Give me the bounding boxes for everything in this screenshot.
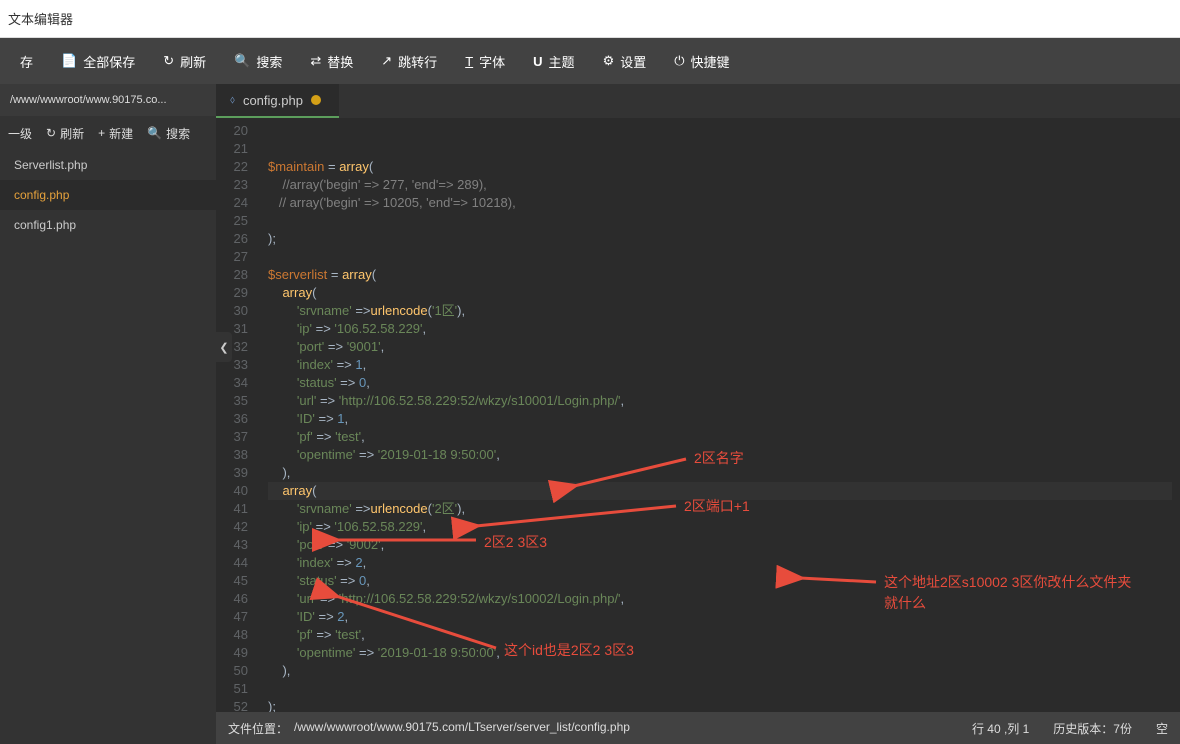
replace-button[interactable]: ⇄替换 [298, 38, 365, 84]
replace-icon: ⇄ [310, 53, 321, 69]
gear-icon: ⚙ [603, 53, 615, 69]
sidebar-new-button[interactable]: +新建 [98, 125, 133, 142]
theme-icon: U [533, 54, 542, 69]
status-encoding: 空 [1156, 720, 1168, 737]
status-bar: 文件位置： /www/wwwroot/www.90175.com/LTserve… [216, 712, 1180, 744]
editor-tab[interactable]: ⬨ config.php [216, 84, 339, 118]
goto-button[interactable]: ↗跳转行 [369, 38, 449, 84]
sidebar: /www/wwwroot/www.90175.co... 一级 ↻刷新 +新建 … [0, 84, 216, 744]
plus-icon: + [98, 126, 105, 140]
copy-icon: 📄 [61, 53, 77, 69]
refresh-icon: ↻ [163, 53, 174, 69]
code-scroll[interactable]: 2021222324252627282930313233343536373839… [216, 118, 1180, 712]
dirty-icon [311, 95, 321, 105]
status-cursor: 行 40 ,列 1 [972, 720, 1029, 737]
window-header: 文本编辑器 [0, 0, 1180, 38]
sidebar-up-button[interactable]: 一级 [8, 125, 32, 142]
php-icon: ⬨ [230, 94, 235, 107]
file-item[interactable]: Serverlist.php [0, 150, 216, 180]
editor-area: ❮ ⬨ config.php 2021222324252627282930313… [216, 84, 1180, 744]
shortcuts-button[interactable]: ⏻快捷键 [662, 38, 741, 84]
goto-icon: ↗ [381, 53, 392, 69]
settings-button[interactable]: ⚙设置 [591, 38, 659, 84]
theme-button[interactable]: U主题 [521, 38, 586, 84]
sidebar-refresh-button[interactable]: ↻刷新 [46, 125, 84, 142]
toolbar: 存 📄全部保存 ↻刷新 🔍搜索 ⇄替换 ↗跳转行 T字体 U主题 ⚙设置 ⏻快捷… [0, 38, 1180, 84]
file-item[interactable]: config1.php [0, 210, 216, 240]
sidebar-path[interactable]: /www/wwwroot/www.90175.co... [0, 84, 216, 116]
status-history[interactable]: 历史版本：7份 [1053, 720, 1132, 737]
status-path-label: 文件位置： [228, 720, 288, 737]
search-icon: 🔍 [234, 53, 250, 69]
sidebar-collapse-handle[interactable]: ❮ [216, 332, 232, 362]
font-button[interactable]: T字体 [453, 38, 517, 84]
editor-tabs: ⬨ config.php [216, 84, 1180, 118]
save-button[interactable]: 存 [8, 38, 45, 84]
file-list: Serverlist.php config.php config1.php [0, 150, 216, 744]
search-button[interactable]: 🔍搜索 [222, 38, 294, 84]
power-icon: ⏻ [674, 53, 684, 69]
main-area: /www/wwwroot/www.90175.co... 一级 ↻刷新 +新建 … [0, 84, 1180, 744]
font-icon: T [465, 54, 473, 69]
file-item[interactable]: config.php [0, 180, 216, 210]
sidebar-tools: 一级 ↻刷新 +新建 🔍搜索 [0, 116, 216, 150]
code-content[interactable]: $maintain = array( //array('begin' => 27… [260, 118, 1180, 712]
refresh-icon: ↻ [46, 126, 56, 140]
refresh-button[interactable]: ↻刷新 [151, 38, 218, 84]
save-all-button[interactable]: 📄全部保存 [49, 38, 147, 84]
search-icon: 🔍 [147, 126, 162, 140]
status-path: /www/wwwroot/www.90175.com/LTserver/serv… [294, 720, 630, 737]
sidebar-search-button[interactable]: 🔍搜索 [147, 125, 190, 142]
gutter: 2021222324252627282930313233343536373839… [216, 118, 260, 712]
window-title: 文本编辑器 [8, 9, 73, 28]
tab-filename: config.php [243, 93, 303, 108]
